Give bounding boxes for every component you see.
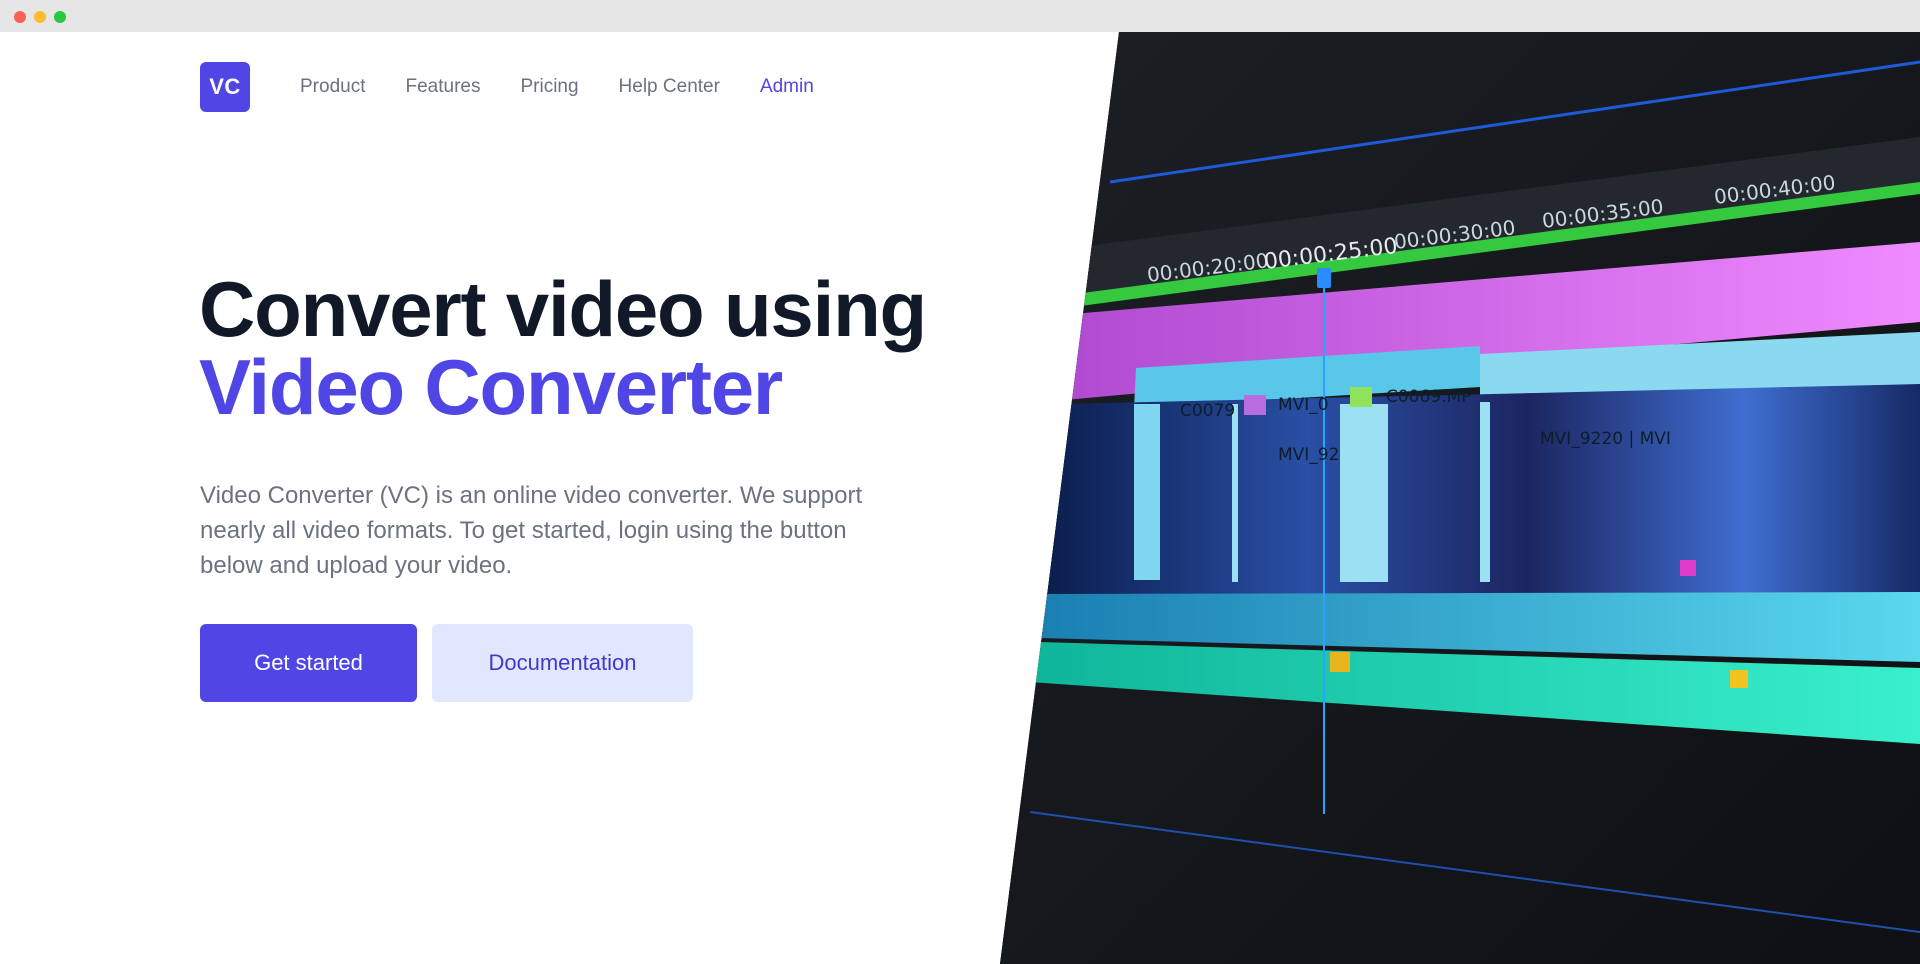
maximize-window-button[interactable] — [54, 11, 66, 23]
nav-link-help-center[interactable]: Help Center — [619, 76, 720, 98]
close-window-button[interactable] — [14, 11, 26, 23]
clip-label: MVI_9220 | MVI — [1540, 429, 1671, 449]
nav-link-product[interactable]: Product — [300, 76, 365, 98]
documentation-button[interactable]: Documentation — [432, 624, 693, 702]
headline-line-1: Convert video using — [199, 265, 927, 353]
clip-label: C0069.MP — [1386, 387, 1471, 407]
nav-link-admin[interactable]: Admin — [760, 76, 814, 98]
vc-logo[interactable]: VC — [200, 62, 250, 112]
browser-title-bar — [0, 0, 1920, 32]
clip-label: C0079 — [1180, 401, 1235, 421]
headline-line-2: Video Converter — [199, 343, 783, 431]
clip-label: MVI_92 — [1278, 445, 1339, 465]
clip-label: MVI_0 — [1278, 395, 1329, 415]
nav-link-features[interactable]: Features — [405, 76, 480, 98]
get-started-button[interactable]: Get started — [200, 624, 417, 702]
main-navigation: Product Features Pricing Help Center Adm… — [300, 76, 814, 98]
landing-page: 00:00:20:00 00:00:25:00 00:00:30:00 00:0… — [0, 32, 1920, 964]
nav-link-pricing[interactable]: Pricing — [520, 76, 578, 98]
hero-headline: Convert video using Video Converter — [199, 270, 927, 431]
minimize-window-button[interactable] — [34, 11, 46, 23]
hero-description: Video Converter (VC) is an online video … — [200, 482, 863, 579]
